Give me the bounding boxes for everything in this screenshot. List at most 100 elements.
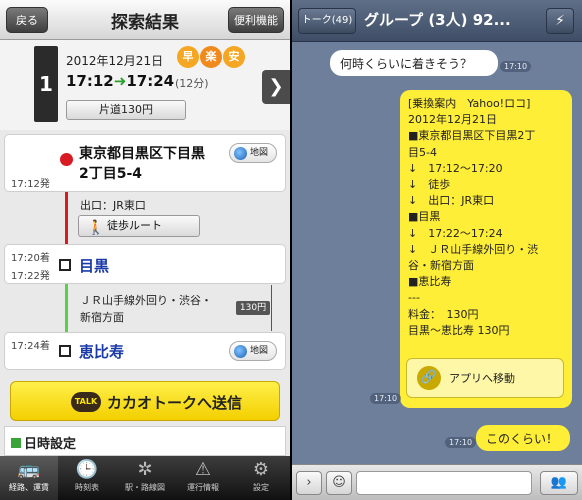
walk-route-button[interactable]: 🚶 徒歩ルート	[78, 215, 200, 237]
tab-timetable[interactable]: 🕒 時刻表	[58, 456, 116, 500]
map-button-label: 地図	[250, 148, 269, 158]
tab-label: 運行情報	[187, 483, 219, 492]
walking-person-icon: 🚶	[87, 220, 105, 236]
date-settings-section[interactable]: 日時設定	[4, 426, 286, 456]
message-line: ■東京都目黒区下目黒2丁	[408, 129, 536, 143]
train-line-name2: 新宿方面	[80, 311, 124, 324]
train-line-name1: ＪＲ山手線外回り・渋谷・	[80, 294, 212, 307]
open-app-link-button[interactable]: 🔗 アプリへ移動	[406, 358, 564, 398]
message-text: 何時くらいに着きそう？	[340, 57, 473, 71]
map-button[interactable]: 地図	[229, 341, 277, 361]
arrow-right-icon: ➜	[113, 72, 127, 90]
tab-label: 時刻表	[75, 483, 99, 492]
message-line: 目5-4	[408, 145, 437, 159]
kakaotalk-logo-icon: TALK	[71, 392, 101, 412]
tab-route-map[interactable]: ✲ 駅・路線図	[116, 456, 174, 500]
message-line: ↓ 17:22〜17:24	[408, 226, 503, 240]
transit-message-text: [乗換案内 Yahoo!ロコ] 2012年12月21日 ■東京都目黒区下目黒2丁 目5…	[408, 96, 564, 339]
message-timestamp: 17:10	[370, 393, 402, 404]
tab-service-info[interactable]: ⚠ 運行情報	[174, 456, 232, 500]
message-bubble-incoming: 何時くらいに着きそう？	[330, 50, 498, 76]
route-duration: (12分)	[175, 77, 209, 90]
origin-time: 17:12発	[11, 179, 50, 190]
utility-button[interactable]: 便利機能	[228, 7, 284, 33]
message-line: ↓ 徒歩	[408, 178, 451, 192]
fare-range-line	[271, 285, 272, 331]
globe-icon	[234, 345, 247, 358]
page-title: 探索結果	[111, 13, 179, 33]
date-settings-title: 日時設定	[11, 433, 76, 452]
tab-label: 駅・路線図	[125, 483, 165, 492]
badge-cheap: 安	[223, 46, 245, 68]
message-line: 2012年12月21日	[408, 113, 497, 127]
route-time: 17:12➜17:24	[66, 72, 174, 90]
back-button[interactable]: 戻る	[6, 7, 48, 33]
bus-icon: 🚌	[17, 459, 41, 480]
tab-settings[interactable]: ⚙ 設定	[232, 456, 290, 500]
station-square-icon	[59, 259, 71, 271]
depart-time: 17:12	[66, 72, 114, 90]
meguro-station-name: 目黒	[79, 257, 110, 275]
ebisu-station-name: 恵比寿	[79, 343, 125, 361]
message-line: [乗換案内 Yahoo!ロコ]	[408, 97, 531, 110]
message-line: ↓ 出口：JR東口	[408, 194, 495, 208]
origin-name-line2: 2丁目5-4	[79, 166, 143, 182]
station-square-icon	[59, 345, 71, 357]
message-line: ↓ 17:12〜17:20	[408, 161, 503, 175]
message-bubble-outgoing: このくらい！	[476, 425, 570, 451]
message-line: ■恵比寿	[408, 275, 452, 289]
chat-title: グループ (3人) 92...	[364, 11, 511, 29]
message-line: 料金： 130円	[408, 307, 479, 321]
arrive-time: 17:24	[126, 72, 175, 90]
tab-bar: 🚌 経路、運賃 🕒 時刻表 ✲ 駅・路線図 ⚠ 運行情報 ⚙ 設定	[0, 456, 290, 500]
badge-fast: 早	[177, 46, 199, 68]
next-route-button[interactable]: ❯	[262, 70, 290, 104]
tab-label: 経路、運賃	[9, 483, 49, 492]
navigation-bar: 戻る 探索結果 便利機能	[0, 0, 290, 40]
route-badges: 早 楽 安	[177, 46, 245, 68]
timetable-icon: 🕒	[75, 459, 99, 480]
origin-dot-icon	[60, 153, 73, 166]
emoticon-icon[interactable]: ☺	[326, 471, 352, 495]
contacts-icon[interactable]: 👥	[540, 471, 578, 495]
message-input-bar: › ☺ 👥	[292, 464, 582, 500]
map-button-label: 地図	[250, 346, 269, 356]
route-map-icon: ✲	[137, 459, 153, 480]
train-line	[65, 284, 68, 332]
send-to-kakaotalk-button[interactable]: TALK カカオトークへ送信	[10, 381, 280, 421]
open-app-label: アプリへ移動	[449, 372, 515, 385]
route-summary: 1 2012年12月21日 早 楽 安 17:12➜17:24 (12分) 片道…	[0, 40, 290, 130]
link-icon: 🔗	[417, 366, 441, 390]
route-number: 1	[34, 46, 58, 122]
chat-pane: トーク(49) グループ (3人) 92... ⚡ 何時くらいに着きそう？ 17…	[292, 0, 582, 500]
menu-icon[interactable]: ⚡	[546, 8, 574, 34]
message-line: ■目黒	[408, 210, 441, 224]
origin-name-line1: 東京都目黒区下目黒	[79, 146, 205, 162]
section-marker-icon	[11, 438, 21, 448]
tab-label: 設定	[253, 483, 269, 492]
globe-icon	[234, 147, 247, 160]
tab-route-fare[interactable]: 🚌 経路、運賃	[0, 456, 58, 500]
ebisu-card[interactable]: 17:24着 恵比寿 地図	[4, 332, 286, 370]
segment-fare: 130円	[236, 301, 270, 315]
message-bubble-outgoing: [乗換案内 Yahoo!ロコ] 2012年12月21日 ■東京都目黒区下目黒2丁 目5…	[400, 90, 572, 408]
meguro-arrival: 17:20着	[11, 253, 50, 264]
exit-label: 出口：JR東口	[80, 199, 146, 212]
meguro-card[interactable]: 17:20着 17:22発 目黒	[4, 244, 286, 284]
map-button[interactable]: 地図	[229, 143, 277, 163]
date-settings-label: 日時設定	[24, 437, 77, 452]
message-timestamp: 17:10	[500, 61, 532, 72]
route-date: 2012年12月21日	[66, 54, 164, 68]
talk-list-back-button[interactable]: トーク(49)	[298, 8, 356, 34]
transit-app-pane: 戻る 探索結果 便利機能 1 2012年12月21日 早 楽 安 17:12➜1…	[0, 0, 290, 500]
origin-card[interactable]: 東京都目黒区下目黒 2丁目5-4 17:12発 地図	[4, 134, 286, 192]
message-input[interactable]	[356, 471, 532, 495]
meguro-departure: 17:22発	[11, 271, 50, 282]
message-line: ↓ ＪＲ山手線外回り・渋	[408, 242, 539, 256]
expand-icon[interactable]: ›	[296, 471, 322, 495]
fare-button[interactable]: 片道130円	[66, 100, 186, 120]
walk-route-label: 徒歩ルート	[107, 219, 162, 232]
message-line: 谷・新宿方面	[408, 259, 474, 273]
message-text: このくらい！	[486, 432, 559, 446]
gear-icon: ⚙	[252, 459, 270, 480]
